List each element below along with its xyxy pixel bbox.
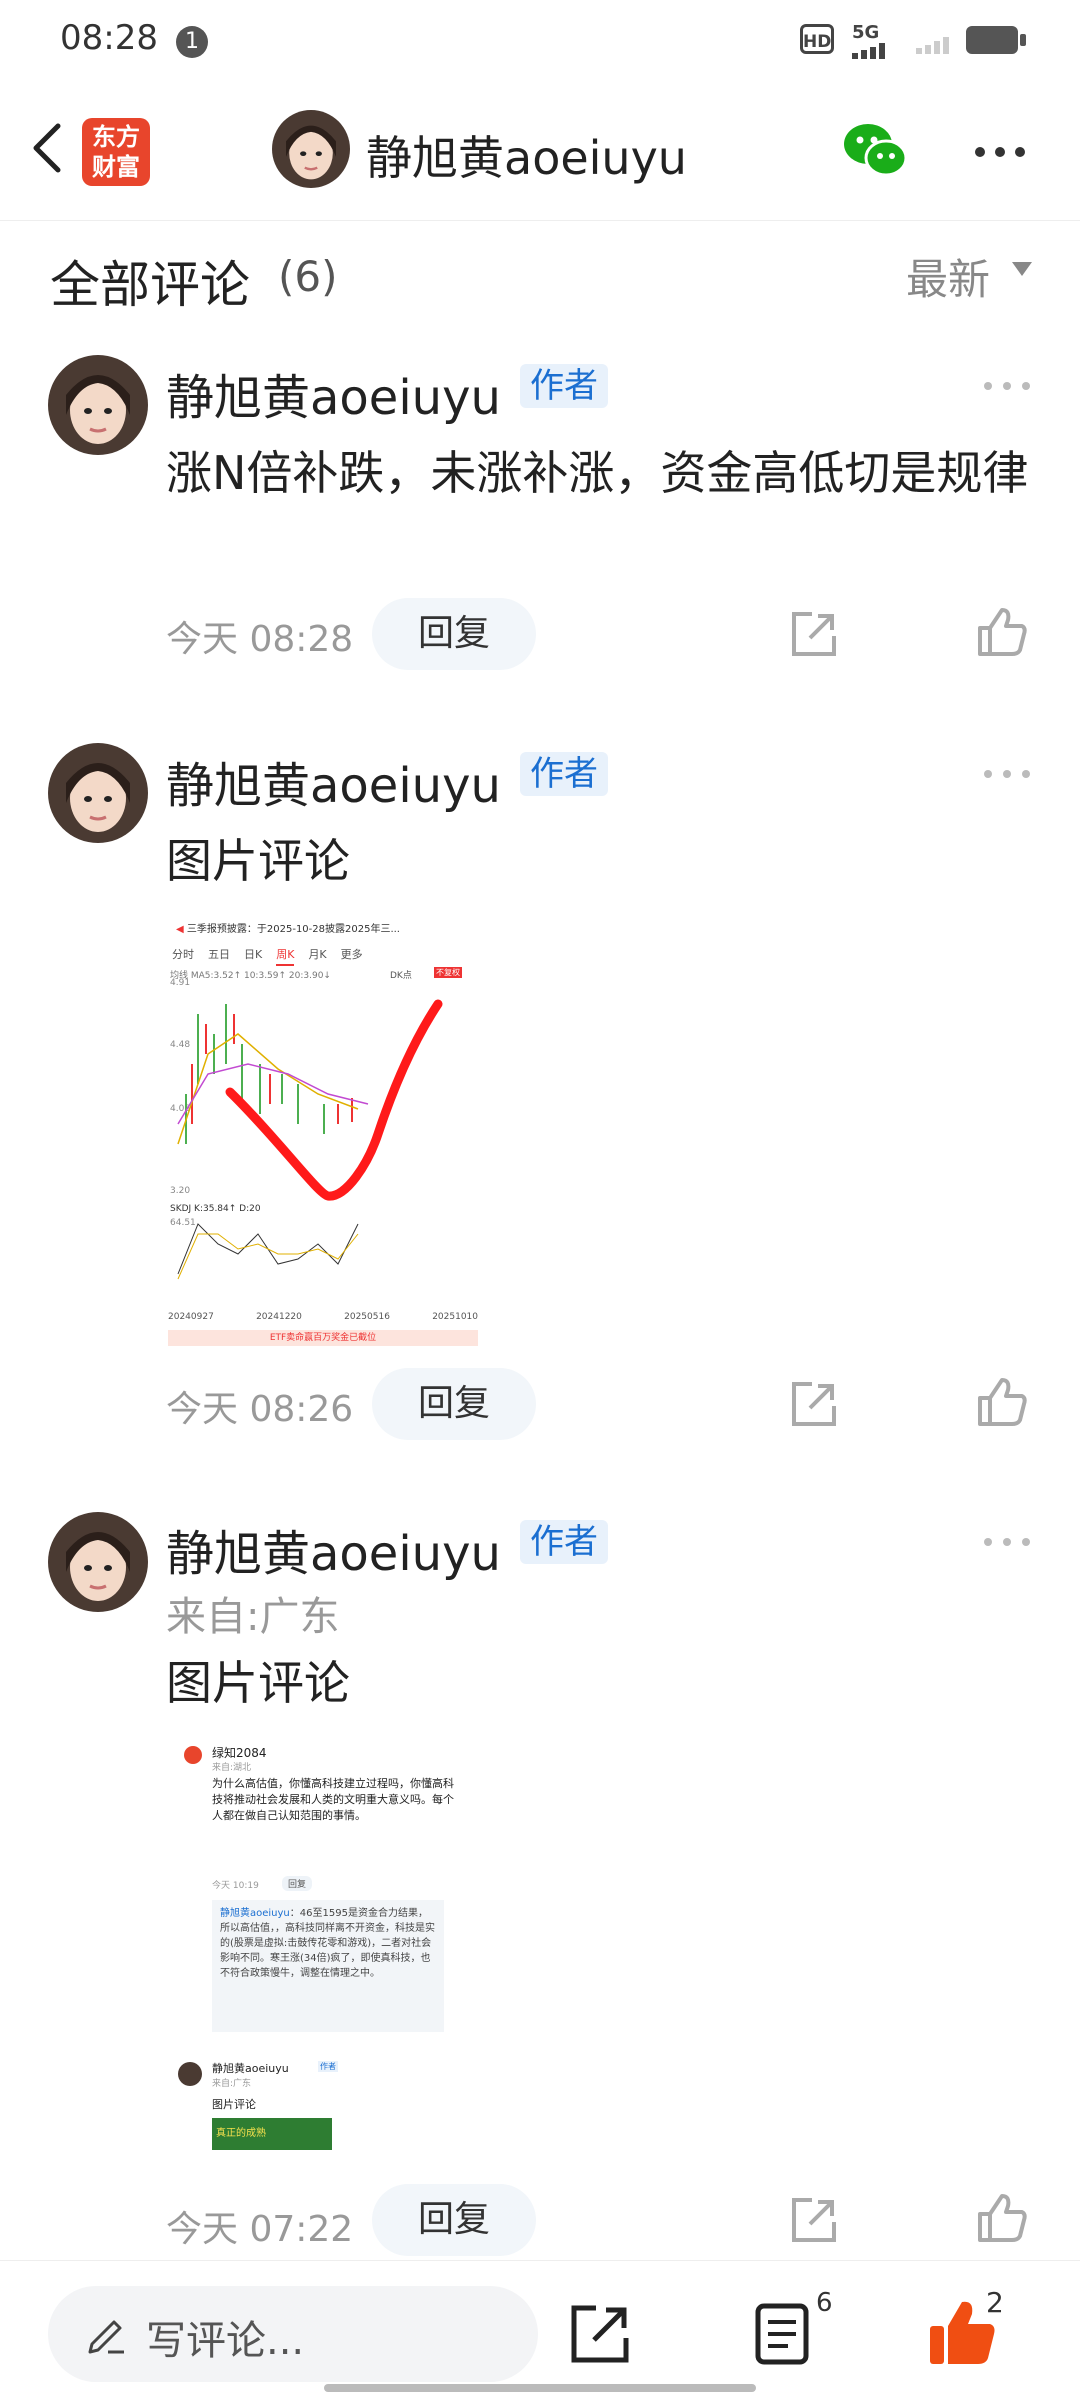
comment-text: 图片评论 — [166, 834, 350, 888]
comment-avatar[interactable] — [48, 1512, 148, 1612]
image-tab: 更多 — [340, 948, 363, 961]
image-quote-author: 静旭黄aoeiuyu — [220, 1908, 290, 1919]
comment-time: 今天 08:28 — [166, 619, 354, 660]
image-comment-text: 为什么高估值，你懂高科技建立过程吗，你懂高科技将推动社会发展和人类的文明重大意义… — [212, 1777, 454, 1822]
wechat-icon[interactable] — [840, 120, 910, 180]
sort-select[interactable]: 最新 — [906, 246, 990, 307]
notification-badge: 1 — [176, 26, 208, 58]
avatar-icon — [48, 355, 148, 455]
header-title[interactable]: 静旭黄aoeiuyu — [366, 122, 687, 188]
caret-down-icon[interactable] — [1012, 262, 1032, 276]
comment-text: 涨N倍补跌，未涨补涨，资金高低切是规律 — [166, 446, 1029, 500]
author-badge: 作者 — [520, 1520, 608, 1564]
image-nested-author: 静旭黄aoeiuyu — [212, 2062, 289, 2075]
signal-icon: 5G — [852, 22, 912, 59]
comment-image-chart[interactable]: ◀ 三季报预披露：于2025-10-28披露2025年三... 分时 五日 日K… — [168, 918, 478, 1346]
like-icon[interactable] — [976, 2192, 1028, 2244]
image-nested-image: 真正的成熟 — [212, 2118, 332, 2150]
like-icon[interactable] — [976, 1376, 1028, 1428]
image-banner: ◀ 三季报预披露：于2025-10-28披露2025年三... — [168, 918, 478, 942]
image-nested-tag: 作者 — [318, 2061, 338, 2072]
comment-list-count: 6 — [816, 2288, 833, 2318]
image-nested-location: 来自:广东 — [212, 2079, 252, 2089]
battery-tip — [1020, 34, 1026, 46]
avatar-icon — [272, 110, 350, 188]
image-date-label: 20241220 — [256, 1312, 302, 1322]
comment-time: 今天 07:22 — [166, 2209, 354, 2250]
comments-title: 全部评论 — [50, 256, 250, 314]
comment-more-icon[interactable] — [980, 1532, 1034, 1552]
image-quote-block: 静旭黄aoeiuyu：46至1595是资金合力结果，所以高估值，，高科技同样离不… — [212, 1900, 444, 2032]
share-icon[interactable] — [790, 610, 838, 658]
pen-icon — [88, 2320, 124, 2354]
image-date-axis: 20240927 20241220 20250516 20251010 — [168, 1312, 478, 1322]
comment-more-icon[interactable] — [980, 376, 1034, 396]
image-date-label: 20250516 — [344, 1312, 390, 1322]
comment-text: 图片评论 — [166, 1656, 350, 1710]
image-user-name: 绿知2084 — [212, 1746, 267, 1760]
image-tab: 五日 — [208, 948, 230, 961]
comment-location: 来自:广东 — [166, 1594, 340, 1640]
image-footer-banner: ETF卖命赢百万奖金已截位 — [168, 1330, 478, 1346]
comment-author[interactable]: 静旭黄aoeiuyu — [166, 358, 501, 428]
image-tab-active: 周K — [276, 946, 295, 966]
header-avatar[interactable] — [272, 110, 350, 188]
reply-button[interactable]: 回复 — [372, 2184, 536, 2256]
comment-image-screenshot[interactable]: 绿知2084 来自:湖北 为什么高估值，你懂高科技建立过程吗，你懂高科技将推动社… — [170, 1740, 470, 2180]
reply-button[interactable]: 回复 — [372, 1368, 536, 1440]
comment-list-icon[interactable] — [752, 2302, 812, 2366]
hd-icon: HD — [800, 24, 834, 54]
image-reply: 回复 — [282, 1876, 313, 1891]
comment-time: 今天 08:26 — [166, 1389, 354, 1430]
image-comment-time: 今天 10:19 — [212, 1881, 259, 1891]
signal-bars-icon — [852, 43, 885, 59]
comment-avatar[interactable] — [48, 355, 148, 455]
image-nested-avatar — [178, 2062, 202, 2086]
image-nested-text: 图片评论 — [212, 2098, 256, 2111]
image-date-label: 20240927 — [168, 1312, 214, 1322]
speaker-icon: ◀ — [176, 924, 184, 935]
image-tab: 分时 — [172, 948, 194, 961]
image-tab: 月K — [308, 948, 327, 961]
stock-chart-drawing — [177, 999, 443, 1280]
image-tab: 日K — [244, 948, 263, 961]
status-time: 08:28 — [60, 18, 158, 58]
comments-count: (6) — [278, 252, 338, 301]
like-count: 2 — [986, 2286, 1004, 2319]
battery-icon — [966, 26, 1018, 54]
comment-placeholder[interactable]: 写评论... — [146, 2308, 304, 2366]
home-indicator[interactable] — [324, 2384, 756, 2392]
comment-more-icon[interactable] — [980, 764, 1034, 784]
image-banner-text: 三季报预披露：于2025-10-28披露2025年三... — [186, 924, 400, 935]
image-tabs: 分时 五日 日K 周K 月K 更多 — [172, 946, 472, 966]
app-logo[interactable]: 东方财富 — [82, 118, 150, 186]
share-icon[interactable] — [790, 2196, 838, 2244]
share-icon[interactable] — [790, 1380, 838, 1428]
reply-button[interactable]: 回复 — [372, 598, 536, 670]
author-badge: 作者 — [520, 752, 608, 796]
author-badge: 作者 — [520, 364, 608, 408]
avatar-icon — [48, 743, 148, 843]
comment-avatar[interactable] — [48, 743, 148, 843]
avatar-icon — [48, 1512, 148, 1612]
back-arrow-icon[interactable] — [22, 118, 82, 178]
app-logo-text: 东方财富 — [92, 123, 140, 181]
network-label: 5G — [852, 22, 880, 43]
comment-author[interactable]: 静旭黄aoeiuyu — [166, 1514, 501, 1584]
share-icon[interactable] — [568, 2302, 632, 2366]
more-menu-icon[interactable] — [970, 132, 1030, 172]
signal-bars-weak-icon — [916, 37, 949, 54]
image-user-avatar — [184, 1746, 202, 1764]
image-date-label: 20251010 — [432, 1312, 478, 1322]
like-icon[interactable] — [976, 606, 1028, 658]
image-user-location: 来自:湖北 — [212, 1763, 252, 1773]
comment-author[interactable]: 静旭黄aoeiuyu — [166, 746, 501, 816]
